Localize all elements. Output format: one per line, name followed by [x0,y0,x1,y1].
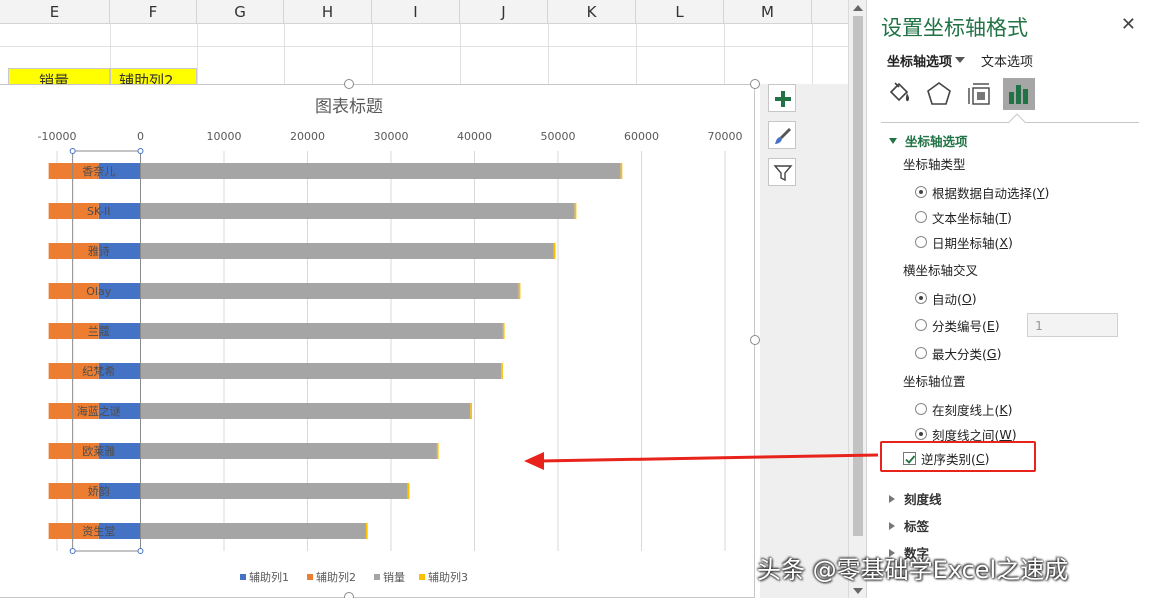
annotation-arrow [524,452,879,470]
excel-window: E F G H I J K L M 销量 辅助列2 图表标题 -10000 0 100… [0,0,1152,598]
watermark: 头条 @零基础学Excel之速成 [757,556,1069,584]
